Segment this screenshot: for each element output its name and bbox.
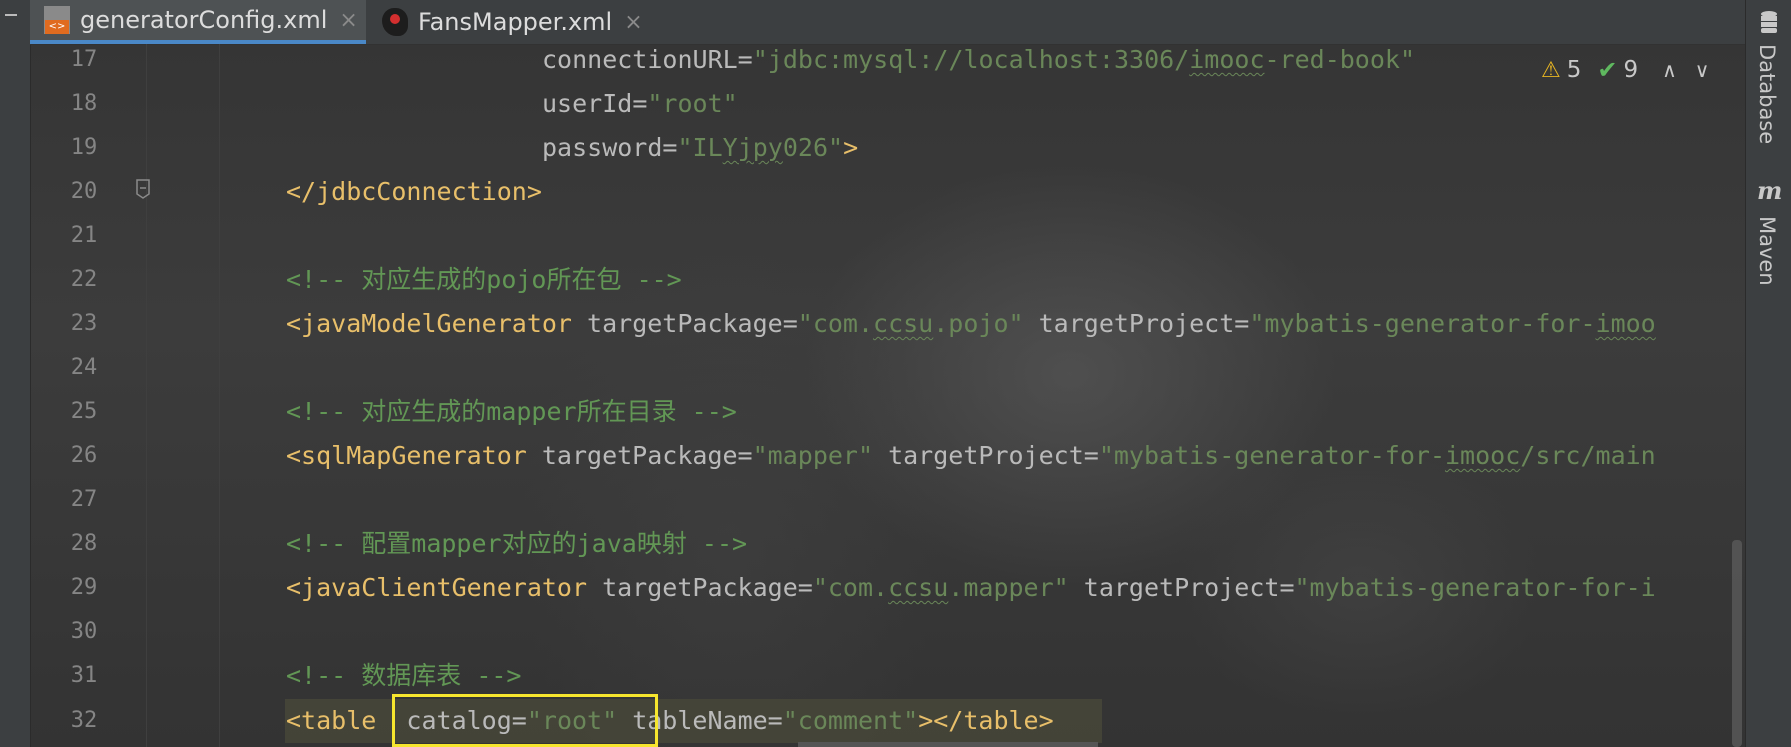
weak-warning-count: 9 [1623, 57, 1639, 83]
code-line-26[interactable]: <sqlMapGenerator targetPackage="mapper" … [286, 434, 1656, 478]
left-tool-strip [0, 0, 31, 747]
check-icon: ✔ [1597, 56, 1618, 84]
database-tool-button[interactable]: Database [1755, 44, 1779, 144]
line-number: 17 [70, 47, 98, 72]
xml-file-icon [44, 6, 70, 34]
code-line-19[interactable]: password="ILYjpy026"> [542, 126, 858, 170]
code-line-20[interactable]: </jdbcConnection> [286, 170, 542, 214]
minimize-icon[interactable] [5, 14, 17, 16]
code-line-17[interactable]: connectionURL="jdbc:mysql://localhost:33… [542, 38, 1415, 82]
next-highlight-icon[interactable]: ∨ [1695, 58, 1710, 82]
code-line-29[interactable]: <javaClientGenerator targetPackage="com.… [286, 566, 1656, 610]
code-line-28[interactable]: <!-- 配置mapper对应的java映射 --> [286, 522, 747, 566]
indent-guide [219, 44, 220, 747]
code-line-31[interactable]: <!-- 数据库表 --> [286, 654, 522, 698]
warning-count: 5 [1566, 57, 1582, 83]
close-icon[interactable]: × [624, 10, 642, 35]
right-tool-strip: Database m Maven [1745, 0, 1791, 747]
database-icon [1761, 11, 1777, 33]
code-line-25[interactable]: <!-- 对应生成的mapper所在目录 --> [286, 390, 737, 434]
vertical-scrollbar[interactable] [1732, 540, 1742, 747]
line-number: 29 [70, 575, 98, 600]
inspections-widget[interactable]: ⚠ 5 ✔ 9 ∧ ∨ [1541, 52, 1709, 88]
line-number: 22 [70, 267, 98, 292]
indent-guide [146, 44, 147, 747]
line-number: 23 [70, 311, 98, 336]
code-line-23[interactable]: <javaModelGenerator targetPackage="com.c… [286, 302, 1656, 346]
mybatis-bird-icon [382, 8, 408, 36]
fold-marker-icon[interactable] [136, 179, 150, 199]
maven-icon: m [1757, 176, 1783, 205]
line-number: 30 [70, 619, 98, 644]
line-number: 32 [70, 708, 98, 733]
line-number: 19 [70, 135, 98, 160]
line-number: 21 [70, 223, 98, 248]
line-number: 18 [70, 91, 98, 116]
warning-icon: ⚠ [1541, 57, 1561, 83]
line-number: 25 [70, 399, 98, 424]
code-line-22[interactable]: <!-- 对应生成的pojo所在包 --> [286, 258, 682, 302]
line-number: 31 [70, 663, 98, 688]
line-number: 26 [70, 443, 98, 468]
horizontal-scrollbar[interactable] [798, 742, 1098, 747]
maven-tool-button[interactable]: Maven [1755, 216, 1779, 286]
annotation-highlight-box [392, 694, 658, 747]
tab-label: generatorConfig.xml [80, 6, 328, 34]
line-number: 20 [70, 179, 98, 204]
previous-highlight-icon[interactable]: ∧ [1662, 58, 1677, 82]
line-number: 24 [70, 355, 98, 380]
line-number: 27 [70, 487, 98, 512]
close-icon[interactable]: × [339, 8, 357, 33]
tab-label: FansMapper.xml [418, 8, 613, 36]
code-line-18[interactable]: userId="root" [542, 82, 738, 126]
line-number: 28 [70, 531, 98, 556]
